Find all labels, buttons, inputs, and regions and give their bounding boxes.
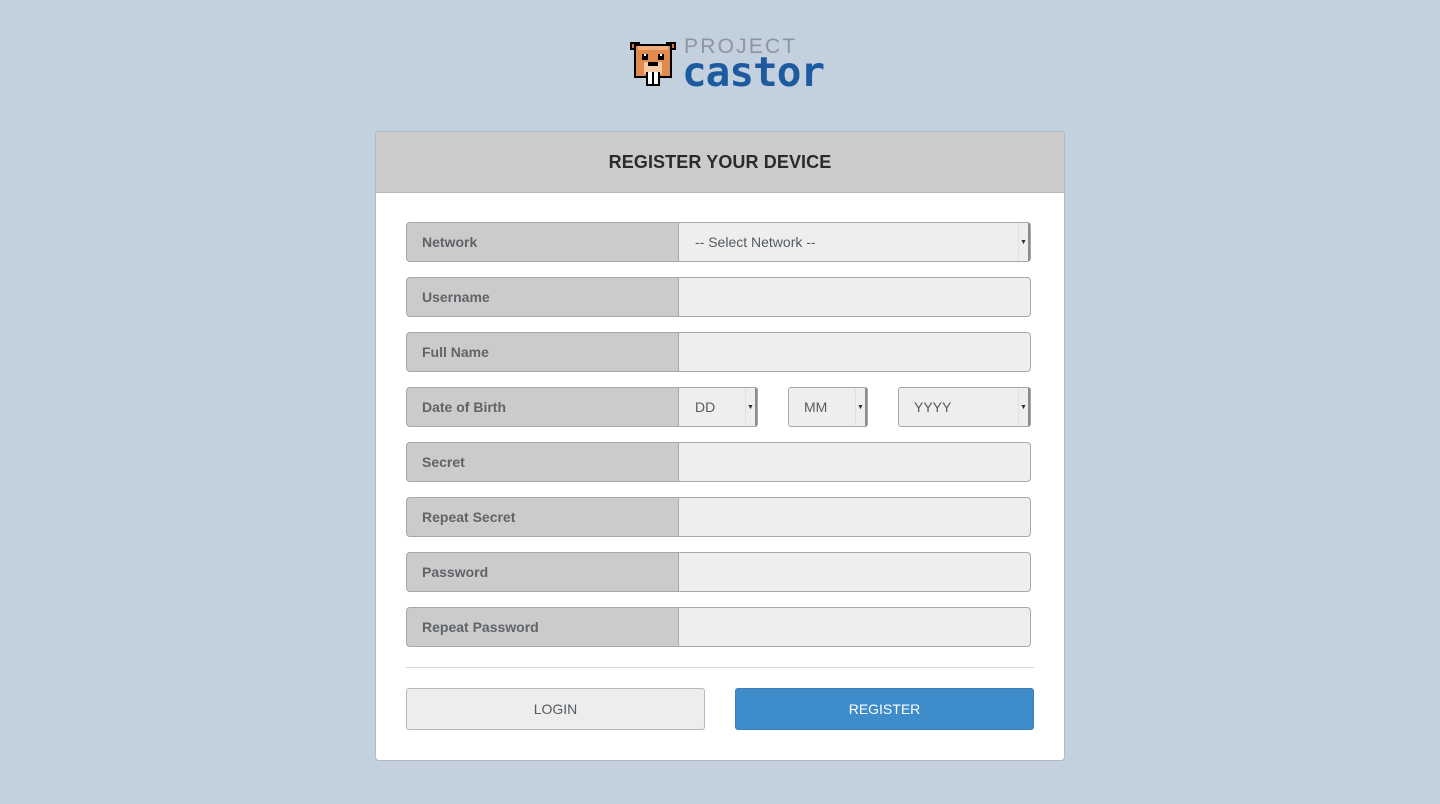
caret-down-icon: ▼: [855, 388, 867, 426]
secret-label-text: Secret: [422, 454, 465, 470]
caret-down-icon: ▼: [1018, 388, 1030, 426]
dob-year-value: YYYY: [914, 399, 952, 415]
repeat-secret-row: Repeat Secret: [406, 497, 1032, 537]
dob-row: Date of Birth DD ▼ MM ▼ YYYY ▼: [406, 387, 1032, 427]
secret-row: Secret: [406, 442, 1032, 482]
network-select[interactable]: -- Select Network -- ▼: [678, 222, 1031, 262]
password-label-text: Password: [422, 564, 489, 580]
full-name-label-text: Full Name: [422, 344, 489, 360]
register-button[interactable]: REGISTER: [735, 688, 1034, 730]
logo-castor-text: castor: [682, 48, 825, 96]
full-name-row: Full Name: [406, 332, 1032, 372]
repeat-password-input[interactable]: [678, 607, 1031, 647]
repeat-password-label: Repeat Password: [406, 607, 678, 647]
username-label: Username: [406, 277, 678, 317]
dob-label-text: Date of Birth: [422, 399, 506, 415]
full-name-label: Full Name: [406, 332, 678, 372]
beaver-icon: [630, 42, 676, 86]
page-title: REGISTER YOUR DEVICE: [608, 151, 832, 172]
repeat-secret-input[interactable]: [678, 497, 1031, 537]
username-input[interactable]: [678, 277, 1031, 317]
dob-month-value: MM: [804, 399, 828, 415]
network-select-value: -- Select Network --: [695, 234, 816, 250]
caret-down-icon: ▼: [745, 388, 757, 426]
secret-input[interactable]: [678, 442, 1031, 482]
password-input[interactable]: [678, 552, 1031, 592]
login-button[interactable]: LOGIN: [406, 688, 705, 730]
secret-label: Secret: [406, 442, 678, 482]
dob-day-value: DD: [695, 399, 716, 415]
password-label: Password: [406, 552, 678, 592]
dob-year-select[interactable]: YYYY ▼: [898, 387, 1031, 427]
password-row: Password: [406, 552, 1032, 592]
repeat-secret-label-text: Repeat Secret: [422, 509, 516, 525]
card-header: REGISTER YOUR DEVICE: [376, 132, 1064, 193]
network-label-text: Network: [422, 234, 478, 250]
dob-label: Date of Birth: [406, 387, 678, 427]
full-name-input[interactable]: [678, 332, 1031, 372]
network-label: Network: [406, 222, 678, 262]
repeat-password-label-text: Repeat Password: [422, 619, 539, 635]
register-card: REGISTER YOUR DEVICE Network -- Select N…: [375, 131, 1065, 761]
dob-month-select[interactable]: MM ▼: [788, 387, 868, 427]
caret-down-icon: ▼: [1018, 223, 1030, 261]
network-row: Network -- Select Network -- ▼: [406, 222, 1032, 262]
username-label-text: Username: [422, 289, 490, 305]
repeat-secret-label: Repeat Secret: [406, 497, 678, 537]
divider: [406, 667, 1034, 668]
dob-day-select[interactable]: DD ▼: [678, 387, 758, 427]
project-castor-logo: PROJECT castor: [628, 36, 825, 93]
username-row: Username: [406, 277, 1032, 317]
repeat-password-row: Repeat Password: [406, 607, 1032, 647]
